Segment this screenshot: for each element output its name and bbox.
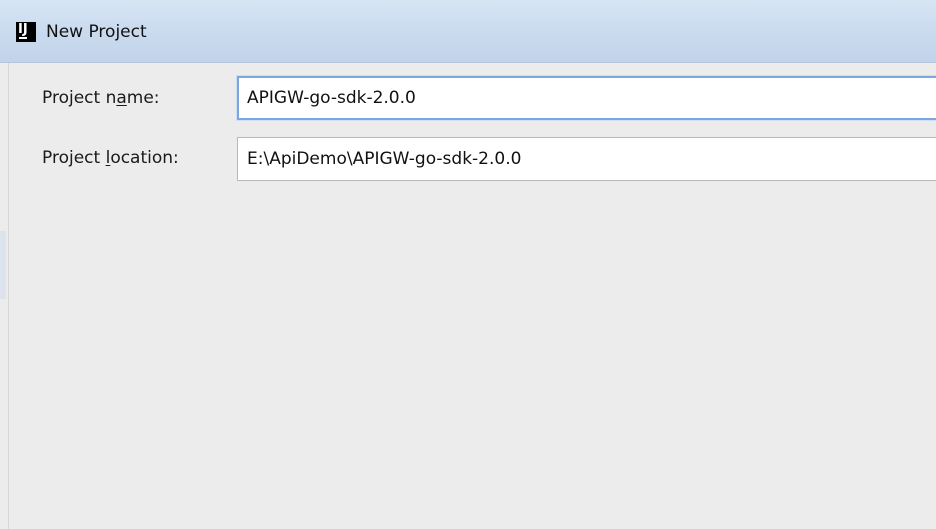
project-location-label-part1: Project	[42, 148, 106, 168]
project-name-label-mnemonic: a	[116, 88, 127, 108]
left-edge-notch	[0, 231, 6, 299]
window-title: New Project	[46, 22, 147, 42]
project-name-label: Project name:	[42, 86, 160, 110]
intellij-icon-underline	[19, 37, 27, 39]
project-name-input[interactable]	[237, 76, 936, 120]
project-location-label: Project location:	[42, 146, 179, 170]
project-location-input[interactable]	[237, 137, 936, 181]
project-name-label-part1: Project n	[42, 88, 117, 108]
project-location-label-part2: ocation:	[110, 148, 179, 168]
new-project-dialog: IJ New Project Project name: Project loc…	[0, 0, 936, 529]
title-bar[interactable]: IJ New Project	[0, 0, 936, 63]
intellij-icon: IJ	[16, 22, 36, 42]
project-name-label-part2: me:	[126, 88, 160, 108]
left-panel-edge	[0, 63, 9, 529]
